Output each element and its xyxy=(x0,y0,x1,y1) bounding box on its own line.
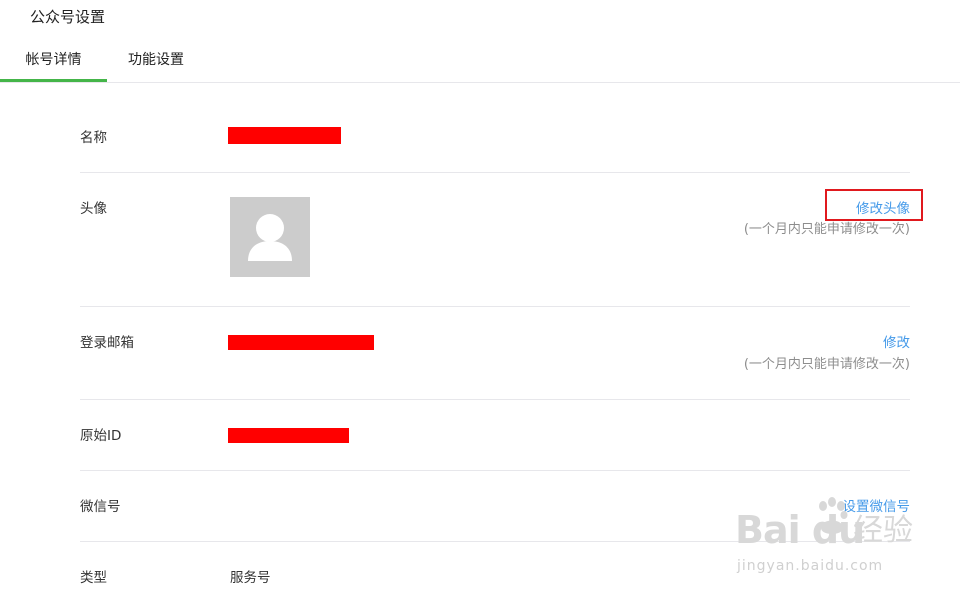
avatar-label: 头像 xyxy=(80,201,107,217)
wechat-id-row: 微信号 设置微信号 xyxy=(80,471,910,542)
avatar-change-hint: (一个月内只能申请修改一次) xyxy=(743,222,910,237)
type-label: 类型 xyxy=(80,570,107,586)
change-email-link[interactable]: 修改 xyxy=(883,333,910,353)
set-wechat-id-link[interactable]: 设置微信号 xyxy=(843,497,911,517)
avatar-row: 头像 修改头像 (一个月内只能申请修改一次) xyxy=(80,173,910,307)
original-id-row: 原始ID xyxy=(80,400,910,471)
name-row: 名称 xyxy=(80,108,910,173)
original-id-redaction xyxy=(228,428,349,443)
tab-account-details[interactable]: 帐号详情 xyxy=(0,40,107,82)
avatar xyxy=(230,197,310,277)
name-redaction xyxy=(228,127,341,144)
change-avatar-highlight xyxy=(825,189,923,221)
page-title: 公众号设置 xyxy=(30,8,106,26)
type-value: 服务号 xyxy=(230,570,271,586)
default-avatar-icon xyxy=(248,214,292,261)
type-row: 类型 服务号 xyxy=(80,542,910,600)
original-id-label: 原始ID xyxy=(80,428,122,444)
email-row: 登录邮箱 修改 (一个月内只能申请修改一次) xyxy=(80,307,910,400)
tab-bar: 帐号详情 功能设置 xyxy=(0,40,960,83)
email-label: 登录邮箱 xyxy=(80,335,134,351)
email-change-hint: (一个月内只能申请修改一次) xyxy=(743,357,910,372)
email-redaction xyxy=(228,335,374,350)
name-label: 名称 xyxy=(80,130,107,146)
tab-function-settings[interactable]: 功能设置 xyxy=(107,40,205,81)
wechat-id-label: 微信号 xyxy=(80,499,121,515)
